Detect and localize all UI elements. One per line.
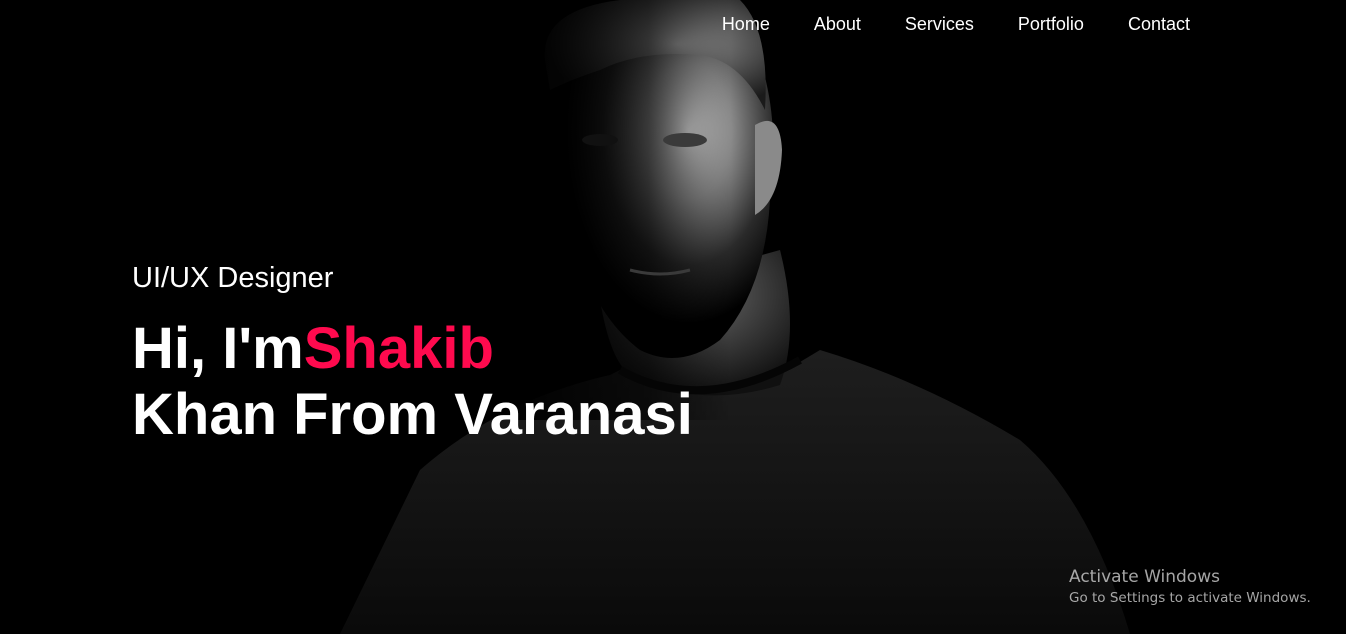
hero-intro: UI/UX Designer Hi, I'mShakib Khan From V… <box>132 258 693 448</box>
nav-contact-link[interactable]: Contact <box>1128 12 1190 36</box>
hero-headline: Hi, I'mShakib Khan From Varanasi <box>132 316 693 448</box>
nav-services-link[interactable]: Services <box>905 12 974 36</box>
name-highlight: Shakib <box>303 316 494 381</box>
main-nav: Home About Services Portfolio Contact <box>722 12 1190 36</box>
watermark-title: Activate Windows <box>1069 567 1220 587</box>
watermark-subtitle: Go to Settings to activate Windows. <box>1069 590 1311 606</box>
activate-windows-watermark: Activate Windows Go to Settings to activ… <box>1069 566 1311 608</box>
nav-portfolio-link[interactable]: Portfolio <box>1018 12 1084 36</box>
role-subtitle: UI/UX Designer <box>132 262 334 294</box>
headline-line2: Khan From Varanasi <box>132 382 693 447</box>
greeting-text: Hi, I'm <box>132 316 304 381</box>
nav-about-link[interactable]: About <box>814 12 861 36</box>
hero-section: Home About Services Portfolio Contact UI… <box>0 0 1346 634</box>
nav-home-link[interactable]: Home <box>722 12 770 36</box>
